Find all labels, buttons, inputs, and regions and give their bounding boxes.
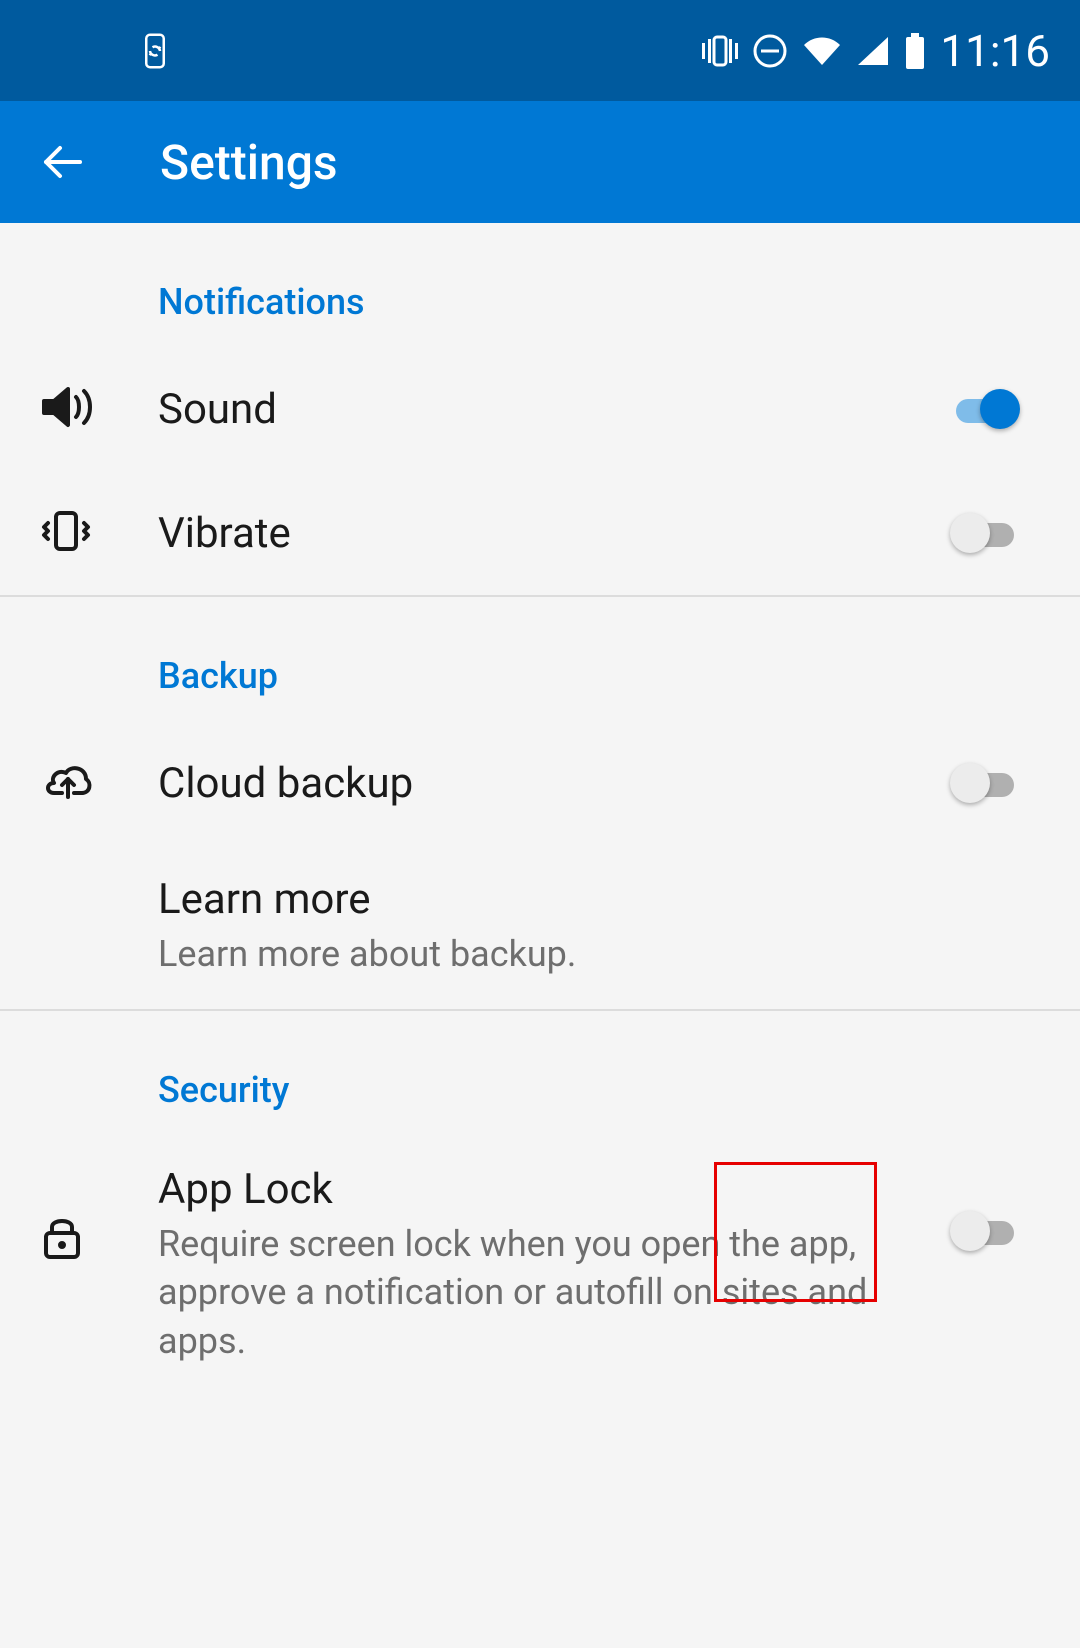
setting-vibrate[interactable]: Vibrate — [0, 471, 1080, 595]
settings-content: Notifications Sound — [0, 223, 1080, 1395]
sound-icon — [40, 383, 96, 435]
setting-cloud-backup-label: Cloud backup — [158, 759, 930, 808]
sound-toggle[interactable] — [950, 389, 1020, 429]
cloud-backup-toggle[interactable] — [950, 763, 1020, 803]
setting-learn-more-label: Learn more — [158, 875, 1040, 924]
setting-sound-label: Sound — [158, 385, 930, 434]
setting-vibrate-label: Vibrate — [158, 509, 930, 558]
status-time: 11:16 — [940, 25, 1050, 77]
setting-learn-more-subtitle: Learn more about backup. — [158, 930, 1040, 979]
phone-sync-icon — [140, 31, 170, 71]
back-icon[interactable] — [40, 140, 84, 184]
setting-app-lock-subtitle: Require screen lock when you open the ap… — [158, 1220, 930, 1366]
app-lock-toggle[interactable] — [950, 1211, 1020, 1251]
vibrate-toggle[interactable] — [950, 513, 1020, 553]
setting-learn-more[interactable]: Learn more Learn more about backup. — [0, 845, 1080, 1009]
section-header-backup: Backup — [0, 597, 1080, 721]
dnd-icon — [752, 33, 788, 69]
setting-app-lock[interactable]: App Lock Require screen lock when you op… — [0, 1135, 1080, 1396]
setting-cloud-backup[interactable]: Cloud backup — [0, 721, 1080, 845]
vibrate-status-icon — [702, 35, 738, 67]
app-bar: Settings — [0, 101, 1080, 223]
page-title: Settings — [160, 134, 338, 191]
status-bar: 11:16 — [0, 0, 1080, 101]
battery-icon — [904, 33, 926, 69]
setting-sound[interactable]: Sound — [0, 347, 1080, 471]
cloud-upload-icon — [40, 759, 96, 807]
setting-app-lock-label: App Lock — [158, 1165, 930, 1214]
section-header-notifications: Notifications — [0, 223, 1080, 347]
vibrate-icon — [40, 507, 92, 559]
wifi-icon — [802, 35, 842, 67]
lock-icon — [40, 1213, 84, 1265]
section-header-security: Security — [0, 1011, 1080, 1135]
cell-signal-icon — [856, 35, 890, 67]
